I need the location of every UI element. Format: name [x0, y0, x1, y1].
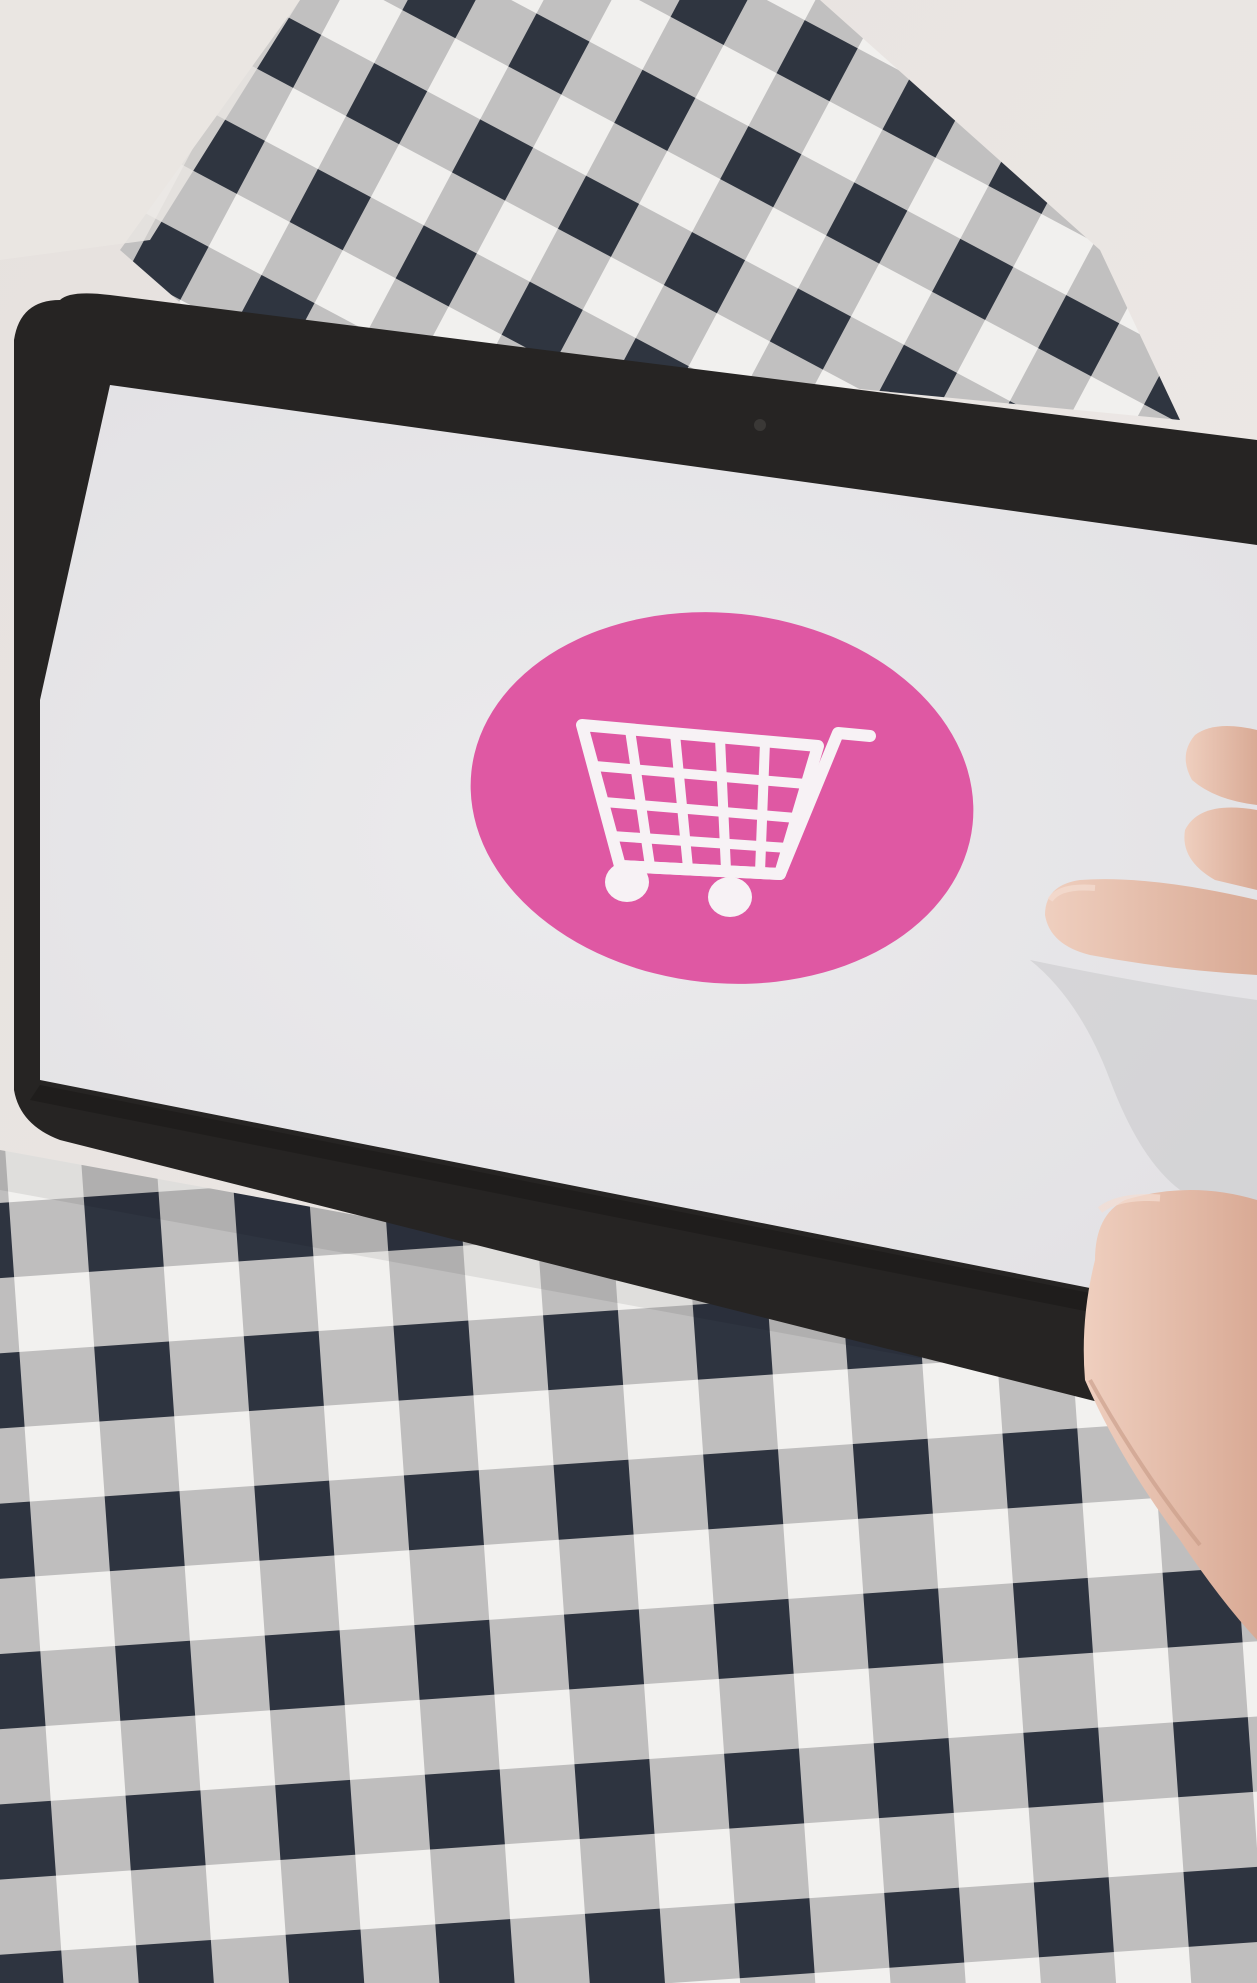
camera-dot	[754, 419, 766, 431]
scene-canvas	[0, 0, 1257, 1983]
photo-scene	[0, 0, 1257, 1983]
cart-wheel-right	[708, 877, 752, 917]
cart-wheel-left	[605, 862, 649, 902]
